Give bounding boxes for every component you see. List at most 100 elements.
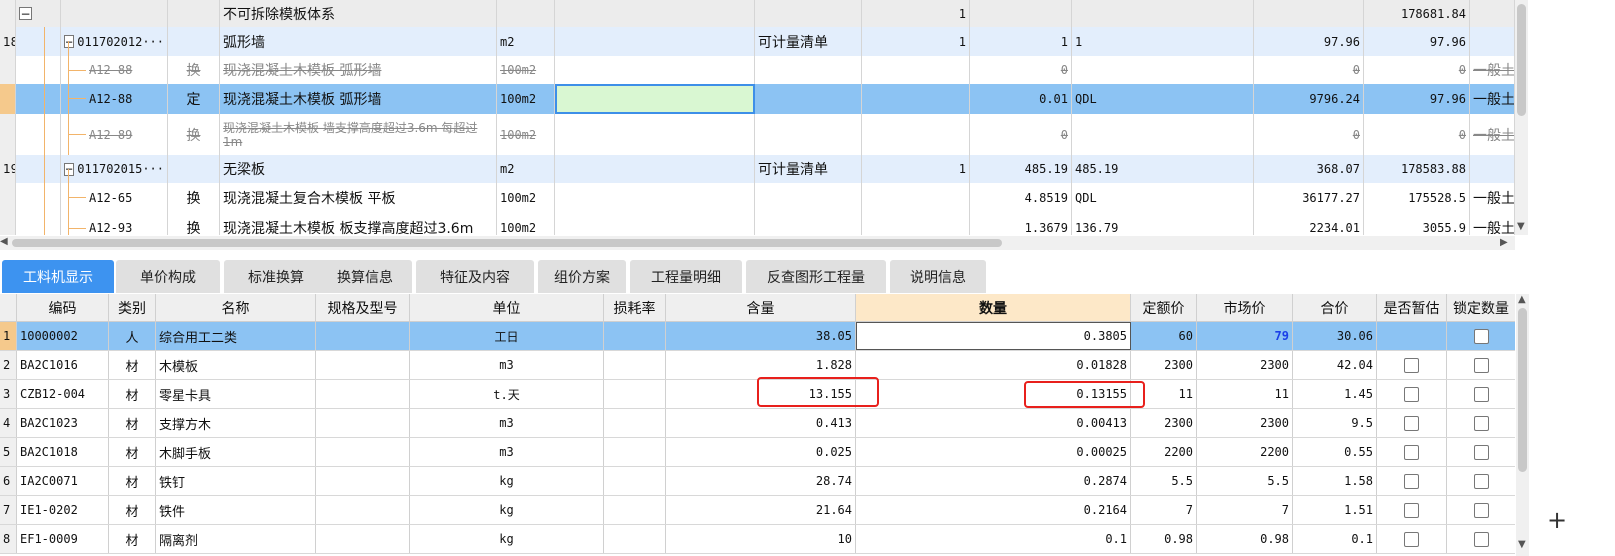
provisional-checkbox[interactable]: [1404, 473, 1419, 489]
name-cell[interactable]: 木模板: [156, 351, 316, 379]
row-number[interactable]: [0, 114, 16, 155]
qty-cell[interactable]: 0.1: [856, 525, 1131, 553]
est-cell[interactable]: [1377, 351, 1447, 379]
cat-cell[interactable]: 材: [109, 438, 156, 466]
lock-cell[interactable]: [1447, 380, 1515, 408]
column-header[interactable]: 定额价: [1131, 294, 1197, 321]
no-cell[interactable]: 2: [0, 351, 17, 379]
edit-cell[interactable]: [555, 183, 755, 213]
content-cell[interactable]: 1.828: [666, 351, 856, 379]
upper-vertical-scrollbar[interactable]: ▼: [1515, 0, 1528, 235]
unit-cell[interactable]: 100m2: [497, 183, 555, 213]
kind-cell[interactable]: [1470, 27, 1515, 56]
lower-vertical-scrollbar[interactable]: ▲ ▼: [1516, 294, 1529, 556]
lock-cell[interactable]: [1447, 525, 1515, 553]
lock-qty-checkbox[interactable]: [1473, 386, 1489, 402]
lock-cell[interactable]: [1447, 496, 1515, 524]
total-cell[interactable]: 175528.5: [1364, 183, 1470, 213]
sum-cell[interactable]: 0.1: [1293, 525, 1377, 553]
qty2-cell[interactable]: QDL: [1072, 183, 1254, 213]
no-cell[interactable]: 8: [0, 525, 17, 553]
name-cell[interactable]: 现浇混凝土木模板 弧形墙: [220, 56, 497, 84]
row-number[interactable]: 18: [0, 27, 16, 56]
est-cell[interactable]: [1377, 380, 1447, 408]
sum-cell[interactable]: 1.58: [1293, 467, 1377, 495]
kind-cell[interactable]: 一般土: [1470, 183, 1515, 213]
quota-cell[interactable]: 0.98: [1131, 525, 1197, 553]
total-cell[interactable]: 178583.88: [1364, 155, 1470, 183]
provisional-checkbox[interactable]: [1404, 386, 1419, 402]
row-number[interactable]: [0, 84, 16, 114]
main-label-cell[interactable]: 可计量清单: [755, 155, 862, 183]
qty2-cell[interactable]: 485.19: [1072, 155, 1254, 183]
no-cell[interactable]: 4: [0, 409, 17, 437]
price-cell[interactable]: 368.07: [1254, 155, 1364, 183]
market-cell[interactable]: 2300: [1197, 351, 1293, 379]
main-label-cell[interactable]: 可计量清单: [755, 27, 862, 56]
total-cell[interactable]: 3055.9: [1364, 213, 1470, 235]
main-label-cell[interactable]: [755, 114, 862, 155]
provisional-checkbox[interactable]: [1404, 444, 1419, 460]
main-label-cell[interactable]: [755, 84, 862, 114]
fdl-cell[interactable]: 1: [862, 27, 970, 56]
tab-4[interactable]: 换算信息: [318, 260, 412, 293]
quota-cell[interactable]: 2300: [1131, 409, 1197, 437]
price-cell[interactable]: 2234.01: [1254, 213, 1364, 235]
market-cell[interactable]: 11: [1197, 380, 1293, 408]
spec-cell[interactable]: [316, 496, 410, 524]
kind-cell[interactable]: [1470, 0, 1515, 27]
column-header[interactable]: 损耗率: [604, 294, 666, 321]
cat-cell[interactable]: 材: [109, 496, 156, 524]
name-cell[interactable]: 铁钉: [156, 467, 316, 495]
sum-cell[interactable]: 9.5: [1293, 409, 1377, 437]
code-cell[interactable]: BA2C1018: [17, 438, 109, 466]
resource-row[interactable]: 8 EF1-0009 材 隔离剂 kg 10 0.1 0.98 0.98 0.1: [0, 525, 1515, 554]
lower-scroll-thumb[interactable]: [1518, 308, 1527, 472]
spec-cell[interactable]: [316, 438, 410, 466]
content-cell[interactable]: 38.05: [666, 322, 856, 350]
loss-cell[interactable]: [604, 409, 666, 437]
market-cell[interactable]: 2200: [1197, 438, 1293, 466]
total-cell[interactable]: 97.96: [1364, 84, 1470, 114]
code-cell[interactable]: CZB12-004: [17, 380, 109, 408]
edit-cell[interactable]: [555, 114, 755, 155]
edit-cell[interactable]: [555, 27, 755, 56]
quota-cell[interactable]: 60: [1131, 322, 1197, 350]
no-cell[interactable]: 6: [0, 467, 17, 495]
lock-qty-checkbox[interactable]: [1473, 473, 1489, 489]
loss-cell[interactable]: [604, 322, 666, 350]
collapse-icon[interactable]: −: [19, 7, 32, 20]
provisional-checkbox[interactable]: [1404, 531, 1419, 547]
cat-cell[interactable]: 材: [109, 525, 156, 553]
no-cell[interactable]: 1: [0, 322, 17, 350]
name-cell[interactable]: 木脚手板: [156, 438, 316, 466]
main-label-cell[interactable]: [755, 0, 862, 27]
lock-cell[interactable]: [1447, 438, 1515, 466]
content-cell[interactable]: 28.74: [666, 467, 856, 495]
unit-cell[interactable]: [497, 0, 555, 27]
code-cell[interactable]: −011702015···: [61, 155, 168, 183]
name-cell[interactable]: 不可拆除模板体系: [220, 0, 497, 27]
resource-row[interactable]: 7 IE1-0202 材 铁件 kg 21.64 0.2164 7 7 1.51: [0, 496, 1515, 525]
type-cell[interactable]: 换: [168, 213, 220, 235]
unit-cell[interactable]: 100m2: [497, 84, 555, 114]
edit-cell[interactable]: [555, 56, 755, 84]
fdl-cell[interactable]: [862, 84, 970, 114]
name-cell[interactable]: 弧形墙: [220, 27, 497, 56]
lock-cell[interactable]: [1447, 322, 1515, 350]
collapse-icon[interactable]: −: [64, 162, 75, 176]
unit-cell[interactable]: m3: [410, 438, 604, 466]
lock-qty-checkbox[interactable]: [1473, 502, 1489, 518]
provisional-checkbox[interactable]: [1404, 357, 1419, 373]
unit-cell[interactable]: 100m2: [497, 56, 555, 84]
market-cell[interactable]: 2300: [1197, 409, 1293, 437]
sum-cell[interactable]: 0.55: [1293, 438, 1377, 466]
qty1-cell[interactable]: 485.19: [970, 155, 1072, 183]
qty1-cell[interactable]: 4.8519: [970, 183, 1072, 213]
item-row[interactable]: − 不可拆除模板体系 1 178681.84: [0, 0, 1515, 28]
main-label-cell[interactable]: [755, 213, 862, 235]
cat-cell[interactable]: 材: [109, 467, 156, 495]
unit-cell[interactable]: kg: [410, 467, 604, 495]
column-header[interactable]: 规格及型号: [316, 294, 410, 321]
column-header[interactable]: 含量: [666, 294, 856, 321]
